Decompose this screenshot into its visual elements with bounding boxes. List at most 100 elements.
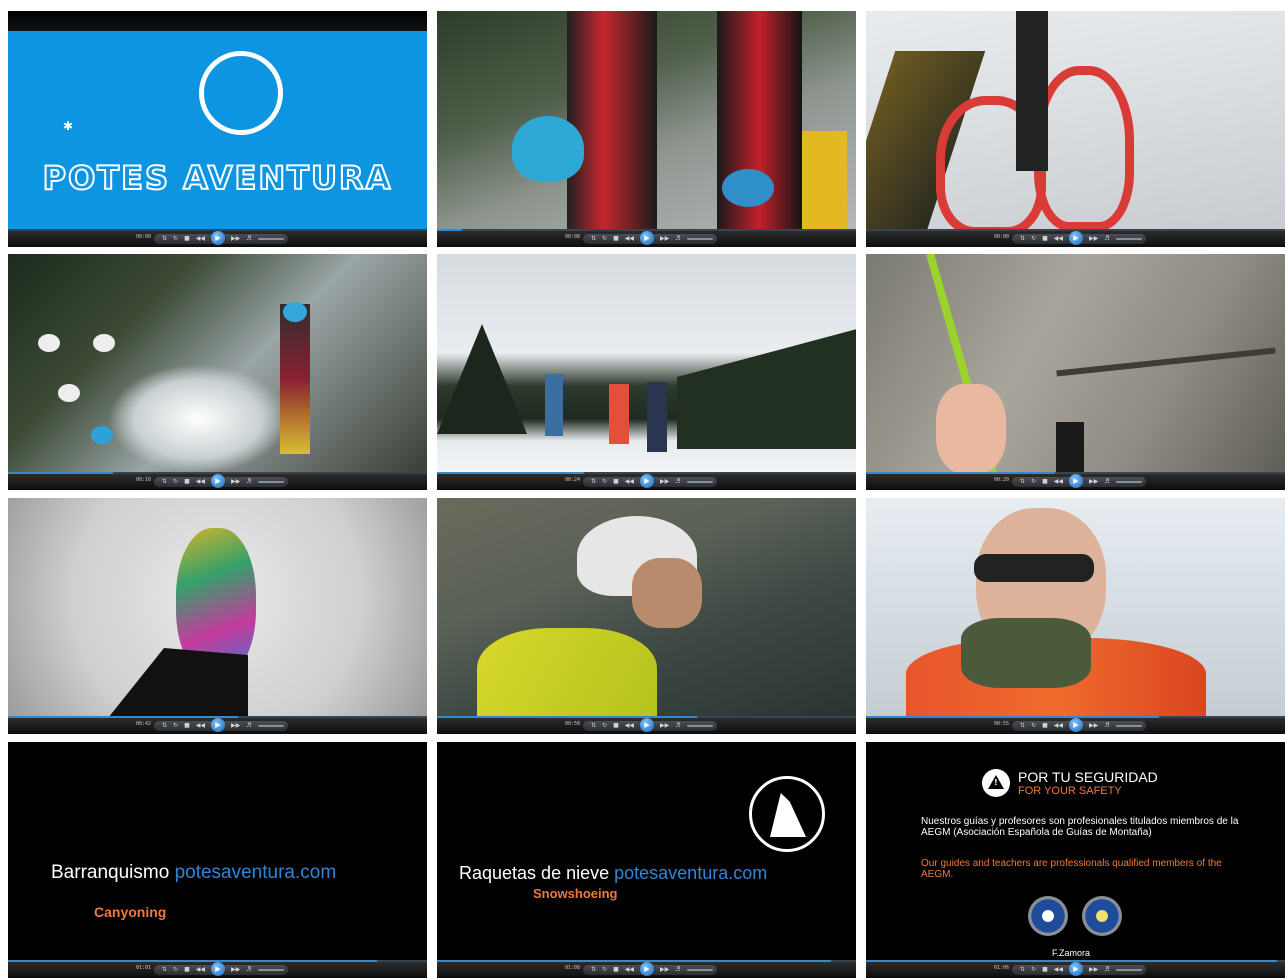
play-button[interactable]: ▶ (210, 718, 225, 732)
volume-slider[interactable] (1115, 238, 1142, 240)
volume-slider[interactable] (686, 238, 713, 240)
next-icon[interactable]: ▶▶ (1089, 234, 1098, 244)
video-frame-6[interactable]: 00:29 ⇅ ↻ ■ ◀◀ ▶ ▶▶ ♬ (866, 254, 1285, 490)
volume-icon[interactable]: ♬ (675, 721, 680, 731)
player-controls[interactable]: 00:00 ⇅ ↻ ■ ◀◀ ▶ ▶▶ ♬ (866, 229, 1285, 247)
shuffle-icon[interactable]: ⇅ (162, 234, 167, 244)
shuffle-icon[interactable]: ⇅ (1020, 234, 1025, 244)
shuffle-icon[interactable]: ⇅ (591, 477, 596, 487)
shuffle-icon[interactable]: ⇅ (591, 234, 596, 244)
previous-icon[interactable]: ◀◀ (1054, 234, 1063, 244)
previous-icon[interactable]: ◀◀ (625, 721, 634, 731)
volume-slider[interactable] (1115, 969, 1142, 971)
repeat-icon[interactable]: ↻ (1031, 721, 1036, 731)
play-button[interactable]: ▶ (639, 231, 654, 245)
play-button[interactable]: ▶ (1068, 231, 1083, 245)
video-frame-3[interactable]: 00:00 ⇅ ↻ ■ ◀◀ ▶ ▶▶ ♬ (866, 11, 1285, 247)
volume-icon[interactable]: ♬ (675, 477, 680, 487)
shuffle-icon[interactable]: ⇅ (162, 721, 167, 731)
repeat-icon[interactable]: ↻ (173, 721, 178, 731)
volume-icon[interactable]: ♬ (675, 234, 680, 244)
repeat-icon[interactable]: ↻ (173, 477, 178, 487)
next-icon[interactable]: ▶▶ (660, 234, 669, 244)
video-frame-12[interactable]: ! POR TU SEGURIDAD FOR YOUR SAFETY Nuest… (866, 742, 1285, 978)
player-controls[interactable]: 00:24 ⇅ ↻ ■ ◀◀ ▶ ▶▶ ♬ (437, 472, 856, 490)
volume-slider[interactable] (686, 481, 713, 483)
video-frame-11[interactable]: Raquetas de nieve potesaventura.com Snow… (437, 742, 856, 978)
stop-icon[interactable]: ■ (613, 477, 619, 487)
video-frame-1[interactable]: ✱ POTES AVENTURA 00:00 ⇅ ↻ ■ ◀◀ ▶ ▶▶ ♬ (8, 11, 427, 247)
player-controls[interactable]: 01:08 ⇅ ↻ ■ ◀◀ ▶ ▶▶ ♬ (437, 960, 856, 978)
play-button[interactable]: ▶ (639, 474, 654, 488)
stop-icon[interactable]: ■ (613, 721, 619, 731)
player-controls[interactable]: 00:42 ⇅ ↻ ■ ◀◀ ▶ ▶▶ ♬ (8, 716, 427, 734)
next-icon[interactable]: ▶▶ (231, 721, 240, 731)
repeat-icon[interactable]: ↻ (1031, 477, 1036, 487)
previous-icon[interactable]: ◀◀ (1054, 721, 1063, 731)
player-controls[interactable]: 01:06 ⇅ ↻ ■ ◀◀ ▶ ▶▶ ♬ (866, 960, 1285, 978)
video-frame-9[interactable]: 00:55 ⇅ ↻ ■ ◀◀ ▶ ▶▶ ♬ (866, 498, 1285, 734)
stop-icon[interactable]: ■ (184, 721, 190, 731)
stop-icon[interactable]: ■ (1042, 477, 1048, 487)
player-controls[interactable]: 00:29 ⇅ ↻ ■ ◀◀ ▶ ▶▶ ♬ (866, 472, 1285, 490)
repeat-icon[interactable]: ↻ (173, 234, 178, 244)
volume-icon[interactable]: ♬ (246, 477, 251, 487)
player-controls[interactable]: 01:01 ⇅ ↻ ■ ◀◀ ▶ ▶▶ ♬ (8, 960, 427, 978)
volume-icon[interactable]: ♬ (1104, 721, 1109, 731)
volume-icon[interactable]: ♬ (1104, 234, 1109, 244)
next-icon[interactable]: ▶▶ (231, 477, 240, 487)
shuffle-icon[interactable]: ⇅ (1020, 721, 1025, 731)
video-frame-8[interactable]: 00:50 ⇅ ↻ ■ ◀◀ ▶ ▶▶ ♬ (437, 498, 856, 734)
player-controls[interactable]: 00:16 ⇅ ↻ ■ ◀◀ ▶ ▶▶ ♬ (8, 472, 427, 490)
video-frame-4[interactable]: 00:16 ⇅ ↻ ■ ◀◀ ▶ ▶▶ ♬ (8, 254, 427, 490)
shuffle-icon[interactable]: ⇅ (162, 477, 167, 487)
repeat-icon[interactable]: ↻ (602, 234, 607, 244)
play-button[interactable]: ▶ (1068, 718, 1083, 732)
previous-icon[interactable]: ◀◀ (196, 234, 205, 244)
video-frame-5[interactable]: 00:24 ⇅ ↻ ■ ◀◀ ▶ ▶▶ ♬ (437, 254, 856, 490)
player-controls[interactable]: 00:50 ⇅ ↻ ■ ◀◀ ▶ ▶▶ ♬ (437, 716, 856, 734)
player-controls[interactable]: 00:55 ⇅ ↻ ■ ◀◀ ▶ ▶▶ ♬ (866, 716, 1285, 734)
stop-icon[interactable]: ■ (1042, 234, 1048, 244)
site-link[interactable]: potesaventura.com (175, 862, 337, 883)
shuffle-icon[interactable]: ⇅ (591, 721, 596, 731)
volume-slider[interactable] (257, 481, 284, 483)
next-icon[interactable]: ▶▶ (660, 477, 669, 487)
play-button[interactable]: ▶ (639, 718, 654, 732)
previous-icon[interactable]: ◀◀ (625, 477, 634, 487)
volume-slider[interactable] (686, 725, 713, 727)
next-icon[interactable]: ▶▶ (1089, 721, 1098, 731)
video-frame-7[interactable]: 00:42 ⇅ ↻ ■ ◀◀ ▶ ▶▶ ♬ (8, 498, 427, 734)
volume-icon[interactable]: ♬ (246, 234, 251, 244)
volume-slider[interactable] (1115, 725, 1142, 727)
player-controls[interactable]: 00:00 ⇅ ↻ ■ ◀◀ ▶ ▶▶ ♬ (8, 229, 427, 247)
repeat-icon[interactable]: ↻ (602, 721, 607, 731)
video-frame-2[interactable]: 00:08 ⇅ ↻ ■ ◀◀ ▶ ▶▶ ♬ (437, 11, 856, 247)
player-controls[interactable]: 00:08 ⇅ ↻ ■ ◀◀ ▶ ▶▶ ♬ (437, 229, 856, 247)
stop-icon[interactable]: ■ (184, 234, 190, 244)
previous-icon[interactable]: ◀◀ (1054, 477, 1063, 487)
stop-icon[interactable]: ■ (613, 234, 619, 244)
next-icon[interactable]: ▶▶ (1089, 477, 1098, 487)
volume-slider[interactable] (1115, 481, 1142, 483)
previous-icon[interactable]: ◀◀ (196, 477, 205, 487)
stop-icon[interactable]: ■ (1042, 721, 1048, 731)
previous-icon[interactable]: ◀◀ (625, 234, 634, 244)
next-icon[interactable]: ▶▶ (231, 234, 240, 244)
next-icon[interactable]: ▶▶ (660, 721, 669, 731)
volume-slider[interactable] (257, 725, 284, 727)
repeat-icon[interactable]: ↻ (1031, 234, 1036, 244)
volume-icon[interactable]: ♬ (246, 721, 251, 731)
play-button[interactable]: ▶ (1068, 474, 1083, 488)
shuffle-icon[interactable]: ⇅ (1020, 477, 1025, 487)
volume-slider[interactable] (257, 238, 284, 240)
volume-slider[interactable] (686, 969, 713, 971)
volume-icon[interactable]: ♬ (1104, 477, 1109, 487)
play-button[interactable]: ▶ (210, 474, 225, 488)
repeat-icon[interactable]: ↻ (602, 477, 607, 487)
volume-slider[interactable] (257, 969, 284, 971)
video-frame-10[interactable]: Barranquismo potesaventura.com Canyoning… (8, 742, 427, 978)
play-button[interactable]: ▶ (210, 231, 225, 245)
site-link[interactable]: potesaventura.com (614, 863, 767, 883)
previous-icon[interactable]: ◀◀ (196, 721, 205, 731)
